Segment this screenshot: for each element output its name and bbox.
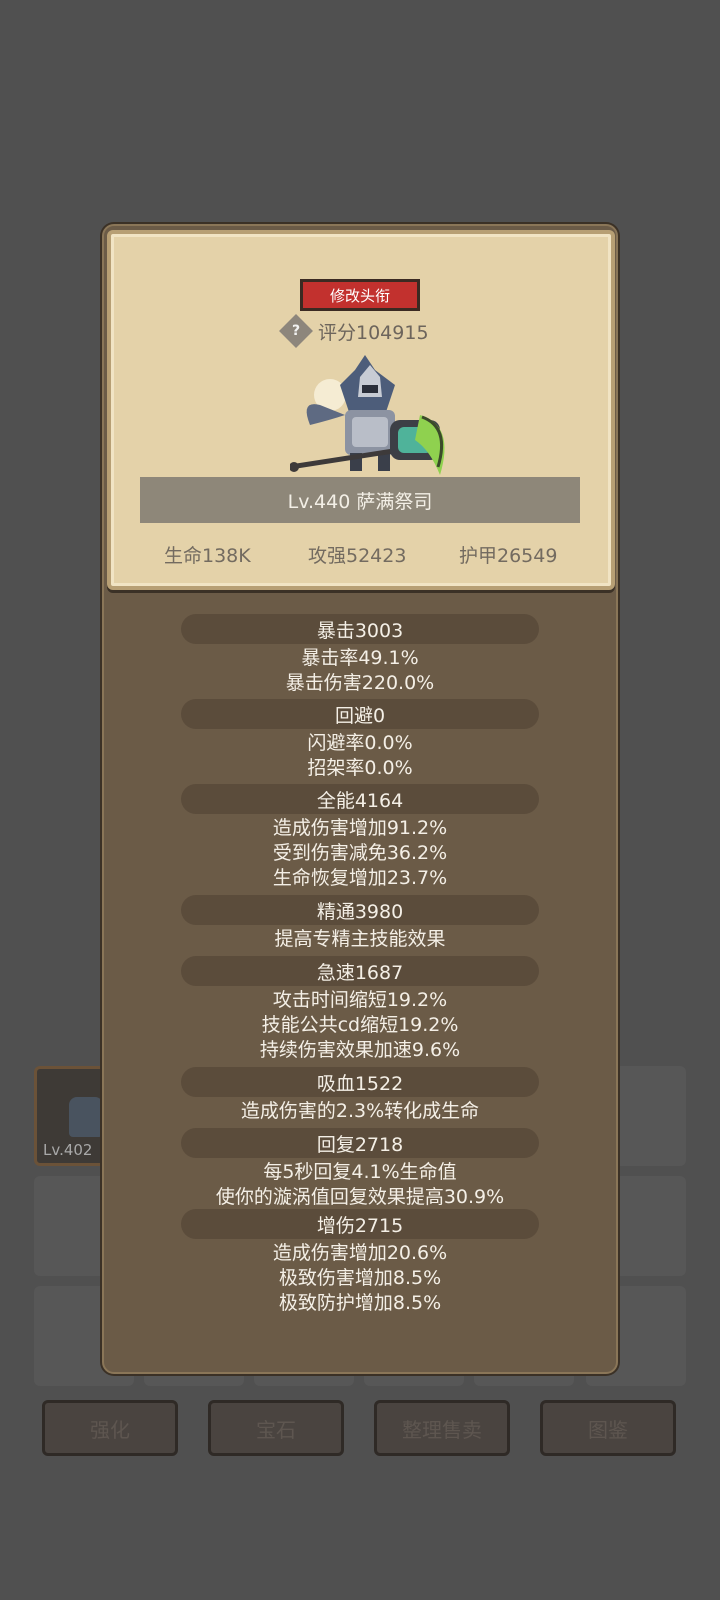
stat-line: 极致防护增加8.5% bbox=[278, 1292, 442, 1314]
stat-line: 闪避率0.0% bbox=[307, 732, 413, 754]
stat-line: 持续伤害效果加速9.6% bbox=[259, 1039, 461, 1061]
stat-line: 生命恢复增加23.7% bbox=[272, 867, 448, 889]
score-value: 评分104915 bbox=[318, 321, 429, 344]
basic-stat-attack: 攻强52423 bbox=[308, 545, 407, 567]
change-title-button[interactable]: 修改头衔 bbox=[300, 279, 420, 311]
stat-line: 每5秒回复4.1%生命值 bbox=[263, 1161, 457, 1183]
stat-line: 招架率0.0% bbox=[307, 757, 413, 779]
stat-line: 暴击率49.1% bbox=[301, 647, 419, 669]
basic-stat-armor: 护甲26549 bbox=[459, 545, 558, 567]
stat-header-dodge: 回避0 bbox=[181, 699, 539, 729]
score-row: ? 评分104915 bbox=[279, 314, 429, 348]
bottom-action-bar: 强化 宝石 整理售卖 图鉴 bbox=[0, 1400, 720, 1460]
stat-line: 造成伤害的2.3%转化成生命 bbox=[240, 1100, 480, 1122]
stat-header-crit: 暴击3003 bbox=[181, 614, 539, 644]
gem-button[interactable]: 宝石 bbox=[208, 1400, 344, 1456]
stat-header-mastery: 精通3980 bbox=[181, 895, 539, 925]
help-glyph: ? bbox=[291, 323, 301, 339]
stat-line: 使你的漩涡值回复效果提高30.9% bbox=[215, 1186, 505, 1208]
hero-portrait bbox=[290, 355, 445, 475]
stat-line: 暴击伤害220.0% bbox=[285, 672, 435, 694]
sort-sell-button[interactable]: 整理售卖 bbox=[374, 1400, 510, 1456]
stat-line: 极致伤害增加8.5% bbox=[278, 1267, 442, 1289]
stat-line: 受到伤害减免36.2% bbox=[272, 842, 448, 864]
stat-line: 造成伤害增加91.2% bbox=[272, 817, 448, 839]
stat-header-lifesteal: 吸血1522 bbox=[181, 1067, 539, 1097]
stat-header-haste: 急速1687 bbox=[181, 956, 539, 986]
stat-header-damage-bonus: 增伤2715 bbox=[181, 1209, 539, 1239]
stat-header-versatility: 全能4164 bbox=[181, 784, 539, 814]
stat-line: 造成伤害增加20.6% bbox=[272, 1242, 448, 1264]
armor-icon bbox=[69, 1097, 103, 1137]
basic-stat-hp: 生命138K bbox=[164, 545, 251, 567]
stat-line: 攻击时间缩短19.2% bbox=[272, 989, 448, 1011]
stat-header-regen: 回复2718 bbox=[181, 1128, 539, 1158]
item-level: Lv.402 bbox=[43, 1141, 93, 1159]
help-icon[interactable]: ? bbox=[279, 314, 313, 348]
stat-line: 提高专精主技能效果 bbox=[274, 928, 446, 950]
stat-line: 技能公共cd缩短19.2% bbox=[261, 1014, 459, 1036]
hero-name-bar: Lv.440 萨满祭司 bbox=[140, 477, 580, 523]
enhance-button[interactable]: 强化 bbox=[42, 1400, 178, 1456]
codex-button[interactable]: 图鉴 bbox=[540, 1400, 676, 1456]
